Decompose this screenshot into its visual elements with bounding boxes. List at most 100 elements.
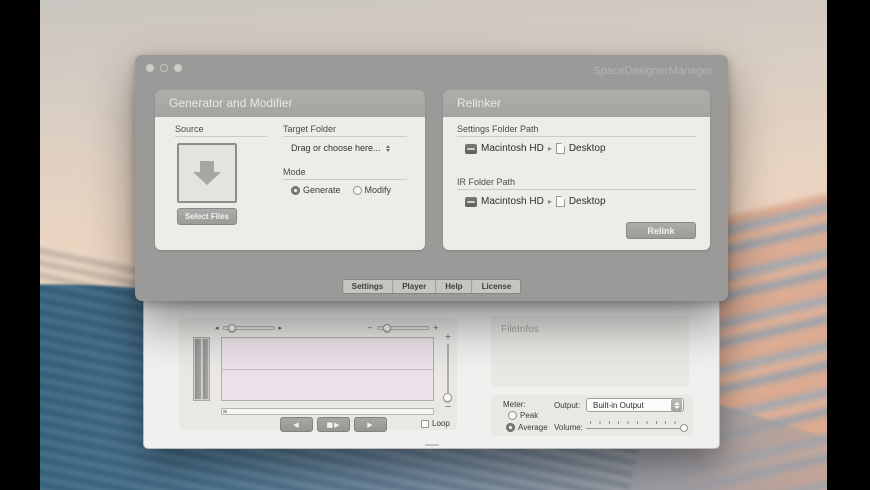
loop-label: Loop (432, 419, 450, 428)
path-separator-icon: ▸ (547, 144, 552, 153)
vertical-minus-icon: − (444, 402, 452, 411)
volume-label: Volume: (554, 423, 583, 432)
stop-play-button[interactable]: ■▶ (317, 417, 350, 432)
modify-label: Modify (364, 185, 392, 195)
vertical-plus-icon: + (444, 332, 452, 341)
dropdown-stepper-icon (671, 399, 682, 411)
pan-left-icon: ◂ (215, 324, 219, 332)
source-label: Source (175, 124, 204, 134)
relinker-panel-title: Relinker (443, 90, 710, 117)
generate-label: Generate (303, 185, 341, 195)
zoom-slider-thumb[interactable] (382, 324, 391, 332)
hard-drive-icon (465, 143, 477, 154)
ir-folder-path-crumb[interactable]: Macintosh HD ▸ Desktop (465, 196, 606, 207)
zoom-button[interactable] (174, 64, 182, 72)
average-radio[interactable] (506, 423, 515, 432)
window-title: SpaceDesignerManager (593, 65, 712, 77)
relinker-panel: Relinker Settings Folder Path Macintosh … (443, 90, 710, 250)
section-tabs: Settings Player Help License (342, 280, 521, 293)
settings-folder-path-label: Settings Folder Path (457, 124, 539, 134)
path-separator-icon: ▸ (547, 197, 552, 206)
transport-controls: ◀ ■▶ ▶ (280, 417, 387, 432)
pan-slider-track[interactable] (222, 324, 275, 332)
level-meter-bar (195, 339, 201, 399)
tab-license[interactable]: License (472, 280, 521, 293)
pan-right-icon: ▸ (278, 324, 283, 332)
output-value: Built-in Output (593, 400, 644, 410)
folder-doc-icon (555, 196, 565, 207)
vertical-slider-track[interactable] (443, 344, 452, 402)
target-folder-label: Target Folder (283, 124, 337, 134)
window-resize-grip[interactable] (424, 444, 439, 446)
relinker-panel-body: Settings Folder Path Macintosh HD ▸ Desk… (443, 117, 710, 250)
zoom-slider-track[interactable] (376, 324, 429, 332)
divider (175, 136, 267, 137)
select-files-button[interactable]: Select Files (177, 208, 237, 225)
tab-player[interactable]: Player (393, 280, 437, 293)
player-controls-group: ◂ ▸ − + + − ◀ ■▶ ▶ Loop (179, 318, 457, 432)
meter-option-peak[interactable]: Peak (508, 411, 538, 420)
minimize-button[interactable] (160, 64, 168, 72)
tab-settings[interactable]: Settings (342, 280, 394, 293)
rewind-button[interactable]: ◀ (280, 417, 313, 432)
down-arrow-icon (200, 161, 214, 172)
level-meter (193, 337, 210, 401)
divider (457, 189, 696, 190)
zoom-minus-icon: − (367, 324, 373, 332)
settings-folder-path-crumb[interactable]: Macintosh HD ▸ Desktop (465, 143, 606, 154)
target-folder-popup[interactable]: Drag or choose here... (291, 143, 390, 153)
divider (457, 136, 696, 137)
loop-checkbox[interactable] (421, 419, 429, 428)
divider (283, 136, 407, 137)
output-label: Output: (554, 401, 581, 410)
waveform-display (221, 337, 434, 401)
pan-slider[interactable]: ◂ ▸ (215, 323, 282, 333)
zoom-plus-icon: + (432, 324, 439, 332)
mode-option-modify[interactable]: Modify (352, 185, 392, 195)
meter-option-average[interactable]: Average (506, 423, 548, 432)
volume-thumb[interactable] (680, 424, 688, 432)
pan-slider-thumb[interactable] (227, 324, 236, 332)
generate-radio[interactable] (291, 185, 300, 195)
peak-label: Peak (520, 411, 539, 420)
folder-doc-icon (555, 143, 565, 154)
popup-arrows-icon (385, 144, 390, 152)
folder-name: Desktop (568, 196, 606, 207)
average-label: Average (518, 423, 548, 432)
volume-track (586, 428, 688, 429)
vertical-slider-thumb[interactable] (443, 393, 452, 402)
modify-radio[interactable] (352, 185, 362, 195)
down-arrow-icon (193, 172, 221, 185)
relink-button[interactable]: Relink (626, 222, 696, 239)
waveform-scrollbar[interactable] (221, 408, 434, 415)
target-folder-value: Drag or choose here... (291, 143, 381, 153)
level-meter-bar (202, 339, 208, 399)
vertical-zoom-slider[interactable]: + − (441, 333, 455, 427)
player-window: ◂ ▸ − + + − ◀ ■▶ ▶ Loop FileInfos Meter:… (143, 295, 720, 449)
generator-panel-title: Generator and Modifier (155, 90, 425, 117)
generator-panel: Generator and Modifier Source Select Fil… (155, 90, 425, 250)
meter-label: Meter: (503, 400, 526, 409)
volume-name: Macintosh HD (481, 196, 544, 207)
source-drop-zone[interactable] (177, 143, 237, 203)
output-select[interactable]: Built-in Output (586, 398, 684, 412)
mode-label: Mode (283, 167, 306, 177)
volume-slider[interactable] (586, 420, 688, 433)
zoom-slider[interactable]: − + (367, 323, 439, 333)
hard-drive-icon (465, 196, 477, 207)
generator-panel-body: Source Select Files Target Folder Drag o… (155, 117, 425, 250)
mode-options: Generate Modify (291, 185, 391, 195)
folder-name: Desktop (568, 143, 606, 154)
tab-help[interactable]: Help (436, 280, 473, 293)
file-infos-box: FileInfos (491, 316, 689, 387)
mode-option-generate[interactable]: Generate (291, 185, 341, 195)
peak-radio[interactable] (508, 411, 517, 420)
play-button[interactable]: ▶ (354, 417, 387, 432)
close-button[interactable] (146, 64, 154, 72)
loop-option: Loop (421, 419, 450, 428)
window-controls (146, 64, 182, 72)
space-designer-manager-window: SpaceDesignerManager Generator and Modif… (135, 55, 728, 301)
divider (283, 179, 407, 180)
volume-name: Macintosh HD (481, 143, 544, 154)
volume-ticks (590, 421, 684, 424)
